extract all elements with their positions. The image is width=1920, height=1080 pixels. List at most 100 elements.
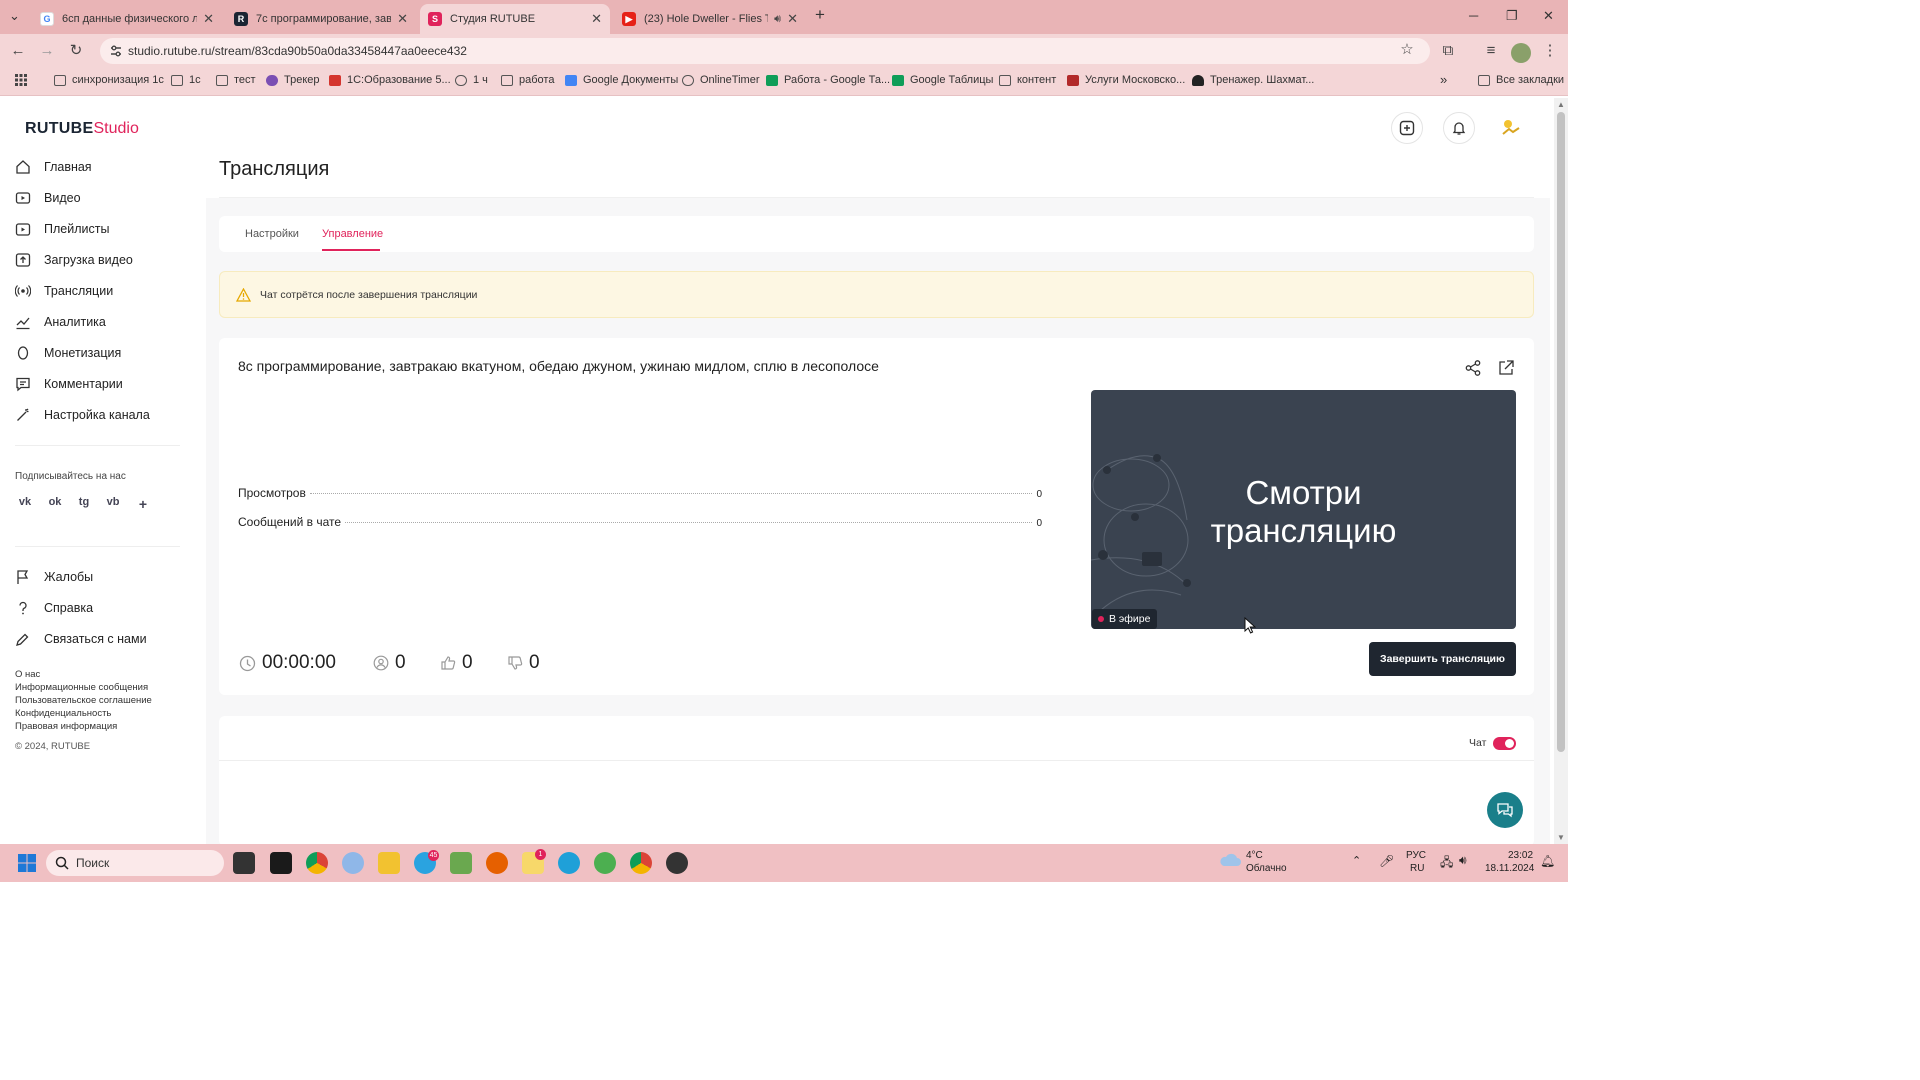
notepad-icon[interactable] [450, 852, 472, 874]
bookmark-item[interactable]: 1 ч [455, 74, 488, 86]
rutube-studio-logo[interactable]: RUTUBEStudio [25, 120, 139, 138]
footer-link-legal[interactable]: Правовая информация [15, 721, 117, 732]
taskbar-search[interactable]: Поиск [46, 850, 224, 876]
sidebar-item-home[interactable]: Главная [15, 157, 92, 177]
extensions-icon[interactable]: ⧉ [1439, 43, 1457, 61]
file-explorer-icon[interactable] [378, 852, 400, 874]
chrome-active-icon[interactable] [630, 852, 652, 874]
tab-search-button[interactable]: ⌄ [9, 8, 20, 24]
url-field[interactable]: studio.rutube.ru/stream/83cda90b50a0da33… [100, 38, 1430, 64]
sidebar-item-broadcasts[interactable]: Трансляции [15, 281, 113, 301]
bookmark-item[interactable]: Работа - Google Та... [766, 74, 890, 86]
more-bookmarks-icon[interactable]: » [1440, 72, 1447, 87]
bookmark-item[interactable]: Услуги Московско... [1067, 74, 1185, 86]
minimize-button[interactable]: ─ [1469, 8, 1478, 23]
footer-link-info[interactable]: Информационные сообщения [15, 682, 148, 693]
close-icon[interactable]: ✕ [203, 11, 214, 27]
tab-settings[interactable]: Настройки [245, 228, 299, 240]
close-icon[interactable]: ✕ [397, 11, 408, 27]
sidebar-item-video[interactable]: Видео [15, 188, 81, 208]
scroll-up-icon[interactable]: ▲ [1557, 100, 1565, 109]
back-arrow-icon[interactable]: ← [9, 43, 27, 61]
sidebar-item-analytics[interactable]: Аналитика [15, 312, 106, 332]
bookmark-item[interactable]: Трекер [266, 74, 320, 86]
network-icon[interactable]: 🖧︎ [1440, 853, 1453, 874]
edge-icon[interactable] [558, 852, 580, 874]
app-icon[interactable] [342, 852, 364, 874]
forward-arrow-icon[interactable]: → [38, 43, 56, 61]
microphone-icon[interactable]: 🎤︎ [1379, 854, 1394, 868]
nvidia-icon[interactable] [270, 852, 292, 874]
share-icon[interactable] [1464, 359, 1482, 377]
viber-icon[interactable]: vb [104, 496, 122, 512]
task-view-icon[interactable] [233, 852, 255, 874]
support-chat-button[interactable] [1487, 792, 1523, 828]
notification-bell-icon[interactable]: 🔔︎ [1540, 854, 1555, 868]
close-icon[interactable]: ✕ [787, 11, 798, 27]
scroll-down-icon[interactable]: ▼ [1557, 833, 1565, 842]
sidebar-item-help[interactable]: Справка [15, 598, 93, 618]
chat-toggle[interactable] [1493, 737, 1516, 750]
open-external-icon[interactable] [1497, 359, 1515, 377]
all-bookmarks[interactable]: Все закладки [1478, 74, 1564, 86]
menu-kebab-icon[interactable]: ⋮ [1541, 43, 1559, 61]
windows-start-icon[interactable] [18, 854, 36, 872]
telegram-icon[interactable]: tg [75, 496, 93, 512]
language-indicator[interactable]: РУС [1406, 850, 1426, 861]
scrollbar-thumb[interactable] [1557, 112, 1565, 752]
firefox-icon[interactable] [486, 852, 508, 874]
sidebar-item-complaints[interactable]: Жалобы [15, 567, 93, 587]
sidebar-item-playlists[interactable]: Плейлисты [15, 219, 109, 239]
clock-time[interactable]: 23:02 [1508, 850, 1533, 861]
user-avatar[interactable] [1495, 112, 1527, 144]
bookmark-star-icon[interactable]: ☆ [1398, 42, 1416, 60]
reload-icon[interactable]: ↻ [67, 43, 85, 61]
stream-preview[interactable]: Смотри трансляцию [1091, 390, 1516, 629]
bookmark-item[interactable]: 1с [171, 74, 201, 86]
apps-grid-icon[interactable] [14, 73, 28, 87]
notifications-button[interactable] [1443, 112, 1475, 144]
utorrent-icon[interactable] [594, 852, 616, 874]
plus-icon[interactable]: + [134, 496, 152, 512]
bookmark-item[interactable]: работа [501, 74, 554, 86]
bookmark-item[interactable]: тест [216, 74, 256, 86]
sidebar-item-monetization[interactable]: Монетизация [15, 343, 121, 363]
maximize-button[interactable]: ❐ [1506, 8, 1518, 24]
speaker-icon[interactable]: 🔊︎ [774, 13, 781, 26]
browser-tab[interactable]: ▶ (23) Hole Dweller - Flies The 🔊︎ ✕ [614, 4, 806, 34]
sidebar-item-channel-settings[interactable]: Настройка канала [15, 405, 150, 425]
bookmark-item[interactable]: контент [999, 74, 1056, 86]
tab-management[interactable]: Управление [322, 228, 383, 240]
app-icon[interactable] [666, 852, 688, 874]
footer-link-about[interactable]: О нас [15, 669, 40, 680]
close-window-button[interactable]: ✕ [1543, 8, 1554, 24]
browser-tab[interactable]: G 6сп данные физического лица ✕ [32, 4, 222, 34]
bookmark-item[interactable]: Тренажер. Шахмат... [1192, 74, 1314, 86]
browser-tab[interactable]: R 7с программирование, завтра ✕ [226, 4, 416, 34]
add-content-button[interactable] [1391, 112, 1423, 144]
clock-date[interactable]: 18.11.2024 [1485, 863, 1534, 874]
close-icon[interactable]: ✕ [591, 11, 602, 27]
browser-tab-active[interactable]: S Студия RUTUBE ✕ [420, 4, 610, 34]
volume-icon[interactable]: 🔊︎ [1459, 853, 1467, 868]
end-stream-button[interactable]: Завершить трансляцию [1369, 642, 1516, 676]
site-info-icon[interactable] [109, 44, 123, 58]
bookmark-item[interactable]: 1С:Образование 5... [329, 74, 451, 86]
sidebar-item-upload[interactable]: Загрузка видео [15, 250, 133, 270]
vk-icon[interactable]: vk [16, 496, 34, 512]
chrome-icon[interactable] [306, 852, 328, 874]
media-controls-icon[interactable]: ≡ [1482, 43, 1500, 61]
bookmark-item[interactable]: Google Таблицы [892, 74, 993, 86]
footer-link-privacy[interactable]: Конфиденциальность [15, 708, 111, 719]
profile-avatar-icon[interactable] [1511, 43, 1531, 63]
footer-link-agreement[interactable]: Пользовательское соглашение [15, 695, 152, 706]
sidebar-item-contact[interactable]: Связаться с нами [15, 629, 147, 649]
bookmark-item[interactable]: Google Документы [565, 74, 678, 86]
ok-icon[interactable]: ok [46, 496, 64, 512]
bookmark-item[interactable]: синхронизация 1с [54, 74, 164, 86]
bookmark-item[interactable]: OnlineTimer [682, 74, 760, 86]
tray-chevron-icon[interactable]: ⌃ [1352, 854, 1361, 867]
sidebar-item-comments[interactable]: Комментарии [15, 374, 123, 394]
new-tab-button[interactable]: + [815, 5, 825, 25]
page-scrollbar[interactable]: ▲ ▼ [1554, 98, 1568, 844]
